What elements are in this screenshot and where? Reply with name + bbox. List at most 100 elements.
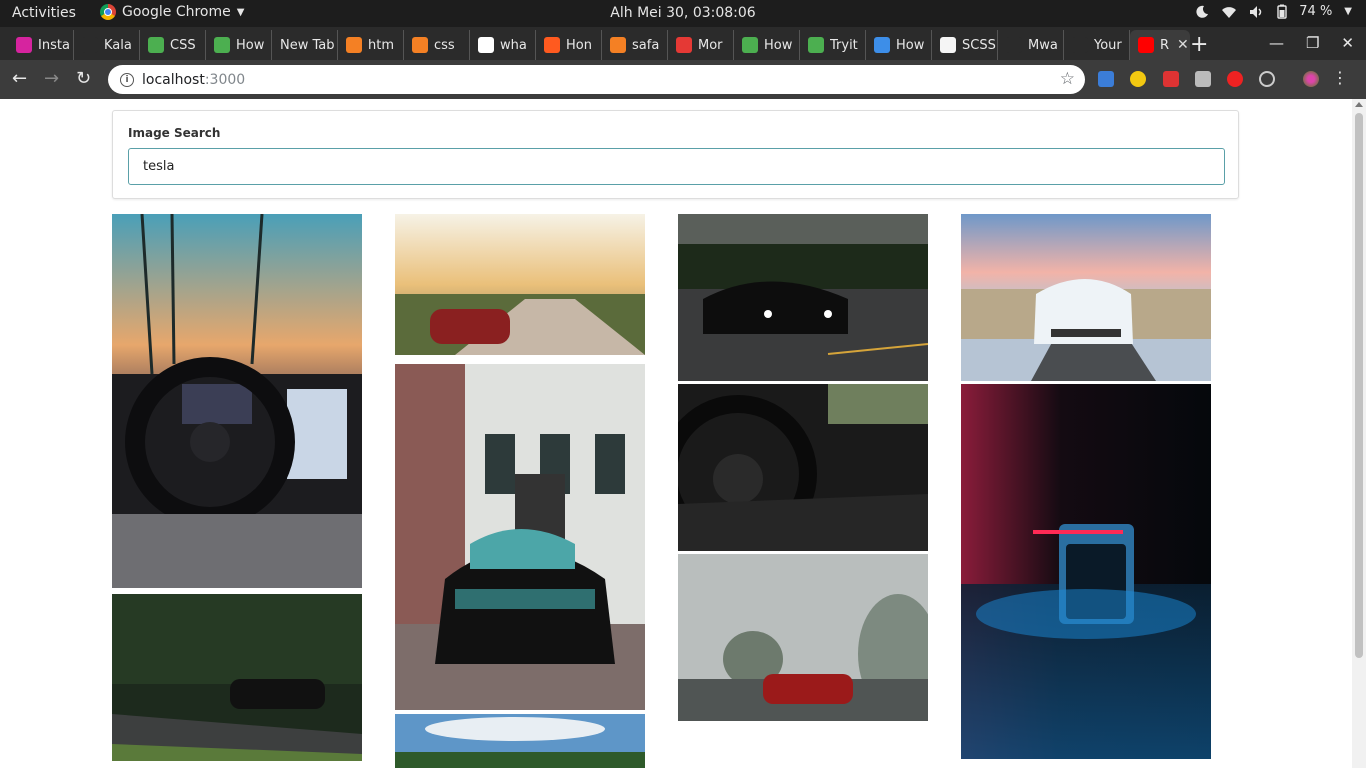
bracket-icon [940, 37, 956, 53]
browser-tab[interactable]: R ✕ [1130, 30, 1190, 60]
w3-icon [148, 37, 164, 53]
scrollbar-thumb[interactable] [1355, 113, 1363, 658]
photo-black-car-forest-road[interactable] [112, 594, 362, 761]
new-tab-button[interactable]: + [1190, 32, 1208, 57]
photo-white-model3-mountains[interactable] [961, 214, 1211, 381]
photo-sky-trees[interactable] [395, 714, 645, 768]
photo-supercharger-neon[interactable] [961, 384, 1211, 759]
tab-strip: Insta Kala CSS How New Tab htm css wha Hon safa Mo… [0, 27, 1366, 60]
browser-toolbar: ← → ↻ i localhost:3000 ☆ ⋮ [0, 60, 1366, 99]
tab-title: wha [500, 37, 527, 53]
system-top-bar: Activities Google Chrome ▼ Alh Mei 30, 0… [0, 0, 1366, 27]
k-icon [82, 37, 98, 53]
extension-icon[interactable] [1259, 71, 1275, 87]
photo-steering-palms[interactable] [112, 214, 362, 588]
browser-tab[interactable]: SCSS [932, 30, 998, 60]
back-icon[interactable]: ← [12, 68, 27, 89]
photo-black-car-night[interactable] [678, 214, 928, 381]
browser-tab[interactable]: safa [602, 30, 668, 60]
tab-title: Mor [698, 37, 723, 53]
app-name: Google Chrome [122, 4, 231, 20]
extension-icon[interactable] [1227, 71, 1243, 87]
extension-icon[interactable] [1163, 71, 1179, 87]
tabs: Insta Kala CSS How New Tab htm css wha Hon safa Mo… [8, 30, 1190, 60]
photo-black-car-brick-house[interactable] [395, 364, 645, 710]
url-port: :3000 [204, 71, 246, 88]
volume-icon [1250, 5, 1262, 18]
browser-tab[interactable]: Your [1064, 30, 1130, 60]
bookmark-star-icon[interactable]: ☆ [1060, 69, 1075, 89]
battery-icon [1277, 4, 1287, 19]
tab-title: htm [368, 37, 394, 53]
tab-title: CSS [170, 37, 196, 53]
spark-icon [874, 37, 890, 53]
browser-tab[interactable]: How [206, 30, 272, 60]
browser-tab[interactable]: CSS [140, 30, 206, 60]
tab-title: R [1160, 37, 1170, 53]
browser-tab[interactable]: Tryit [800, 30, 866, 60]
search-card: Image Search tesla [112, 110, 1239, 199]
restore-icon[interactable]: ❐ [1306, 34, 1319, 52]
activities-button[interactable]: Activities [12, 5, 76, 21]
browser-tab[interactable]: Hon [536, 30, 602, 60]
tab-title: css [434, 37, 455, 53]
page-content: Image Search tesla [0, 99, 1352, 768]
w3-icon [214, 37, 230, 53]
minimize-icon[interactable]: — [1269, 34, 1284, 52]
tab-title: Hon [566, 37, 592, 53]
browser-tab[interactable]: Mor [668, 30, 734, 60]
browser-tab[interactable]: Kala [74, 30, 140, 60]
scroll-up-icon[interactable] [1355, 102, 1363, 107]
browser-tab[interactable]: How [866, 30, 932, 60]
info-icon[interactable]: i [120, 72, 134, 87]
profile-avatar[interactable] [1303, 71, 1319, 87]
browser-tab[interactable]: Insta [8, 30, 74, 60]
window-controls: — ❐ ✕ [1269, 34, 1354, 52]
tab-title: Insta [38, 37, 70, 53]
tab-title: safa [632, 37, 660, 53]
tab-title: How [236, 37, 265, 53]
browser-tab[interactable]: wha [470, 30, 536, 60]
battery-percent: 74 % [1299, 4, 1333, 19]
browser-tab[interactable]: css [404, 30, 470, 60]
address-bar[interactable]: i localhost:3000 ☆ [108, 65, 1085, 94]
photo-red-car-fog[interactable] [678, 554, 928, 721]
chevron-down-icon: ▼ [236, 6, 245, 18]
tab-title: SCSS [962, 37, 996, 53]
instagram-icon [16, 37, 32, 53]
browser-tab[interactable]: New Tab [272, 30, 338, 60]
browser-tab[interactable]: htm [338, 30, 404, 60]
photo-steering-wheel-dark[interactable] [678, 384, 928, 551]
w3-icon [742, 37, 758, 53]
f-icon [676, 37, 692, 53]
forward-icon[interactable]: → [44, 68, 59, 89]
wifi-icon [1222, 6, 1237, 18]
night-mode-icon [1196, 5, 1209, 18]
reload-icon[interactable]: ↻ [76, 68, 91, 89]
tab-title: Tryit [830, 37, 858, 53]
stackoverflow-icon [346, 37, 362, 53]
system-tray[interactable]: 74 % ▼ [1195, 4, 1352, 19]
close-tab-icon[interactable]: ✕ [1177, 37, 1189, 53]
m-icon [1006, 37, 1022, 53]
tab-title: How [896, 37, 925, 53]
circle-icon [544, 37, 560, 53]
photo-red-sunset-road[interactable] [395, 214, 645, 355]
kebab-menu-icon[interactable]: ⋮ [1332, 68, 1348, 87]
page-scrollbar[interactable] [1352, 99, 1366, 768]
w3-icon [808, 37, 824, 53]
search-input[interactable]: tesla [128, 148, 1225, 185]
extension-icon[interactable] [1130, 71, 1146, 87]
tab-title: Kala [104, 37, 132, 53]
search-label: Image Search [128, 126, 221, 140]
app-menu[interactable]: Google Chrome ▼ [100, 4, 244, 20]
tab-title: New Tab [280, 37, 335, 53]
browser-tab[interactable]: Mwa [998, 30, 1064, 60]
close-window-icon[interactable]: ✕ [1341, 34, 1354, 52]
extension-icon[interactable] [1098, 71, 1114, 87]
youtube-icon [1138, 37, 1154, 53]
stackoverflow-icon [412, 37, 428, 53]
extension-icon[interactable] [1195, 71, 1211, 87]
browser-tab[interactable]: How [734, 30, 800, 60]
url-host: localhost [142, 71, 205, 88]
